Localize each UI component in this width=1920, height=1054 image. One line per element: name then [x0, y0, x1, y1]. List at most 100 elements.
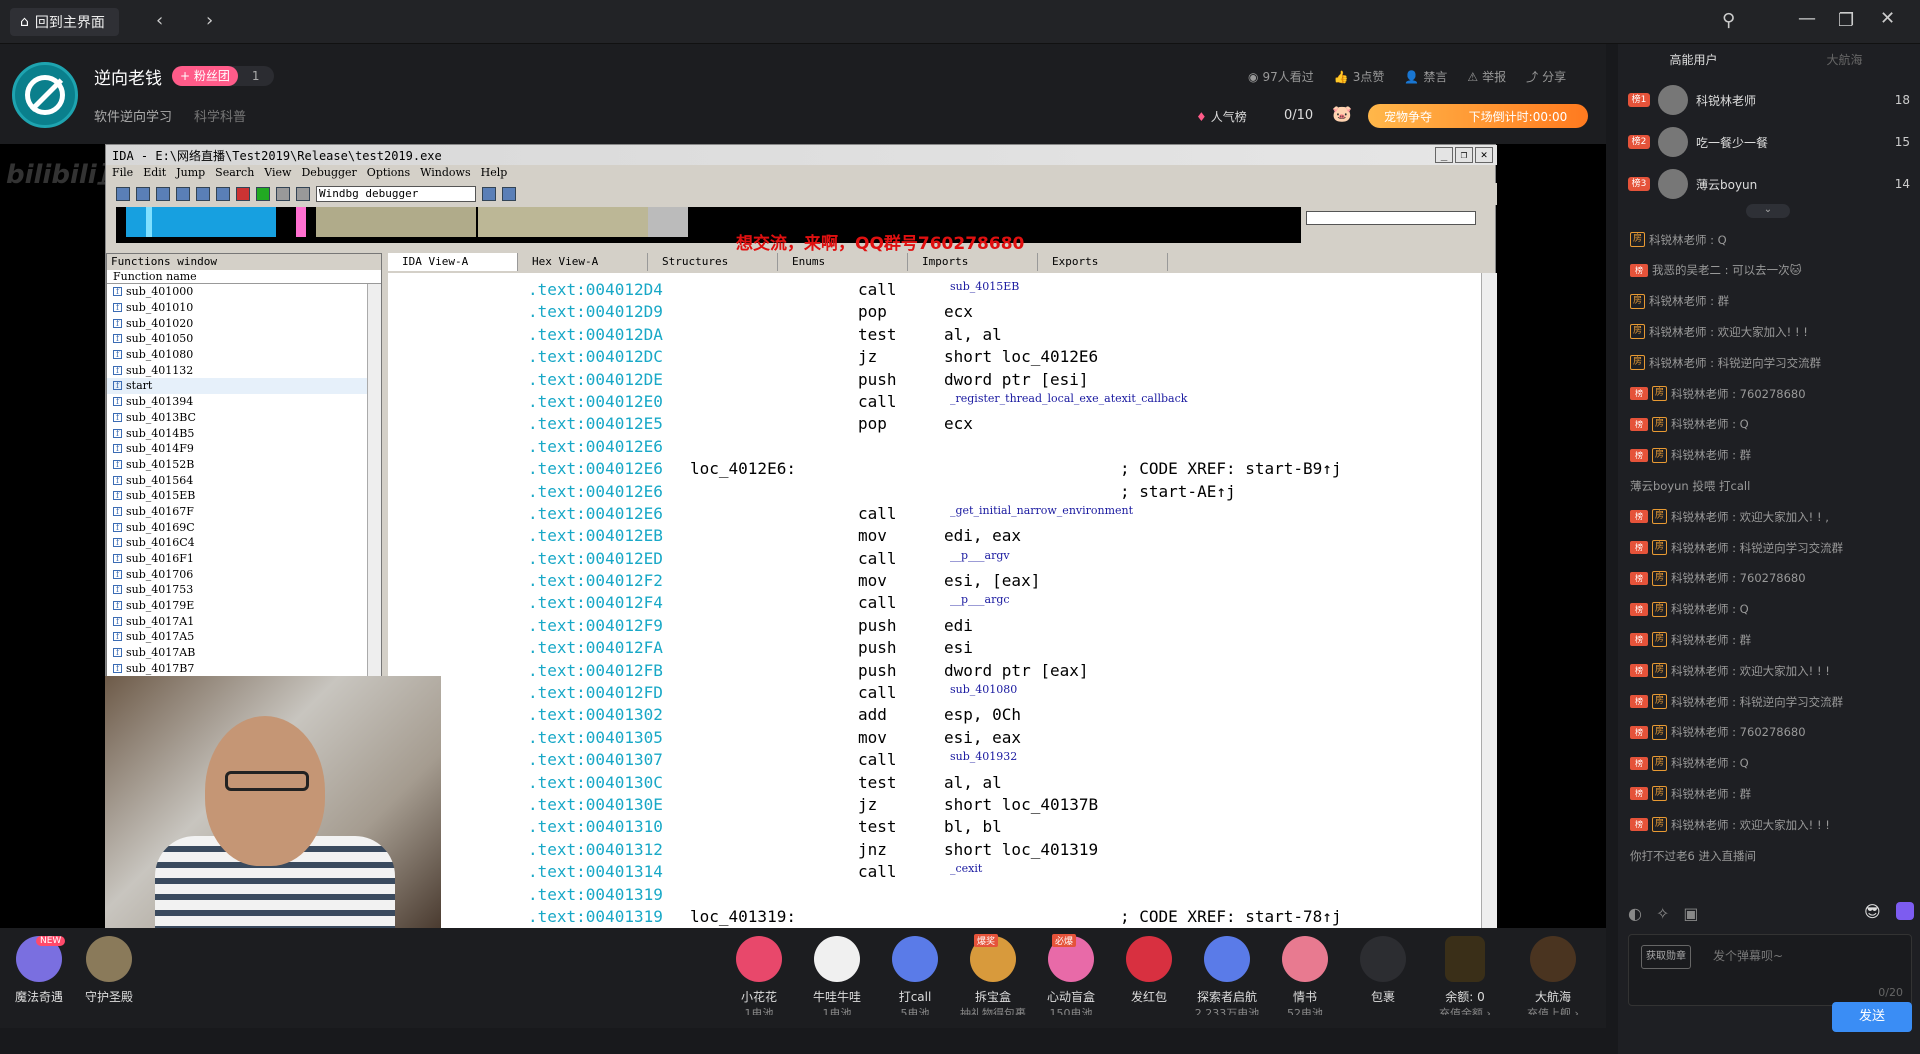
- pet-icon[interactable]: 🐷: [1332, 104, 1352, 123]
- gift-item[interactable]: 打call 5电池: [880, 936, 950, 1015]
- code-line[interactable]: .text:004012F9 push edi: [528, 615, 1478, 637]
- code-line[interactable]: .text:004012D9 pop ecx: [528, 301, 1478, 323]
- back-icon[interactable]: ‹: [156, 10, 163, 31]
- danmaku-input[interactable]: 获取勋章 发个弹幕呗~ 0/20: [1628, 934, 1912, 1006]
- chat-message[interactable]: 榜房科锐林老师 : 760278680: [1630, 563, 1915, 594]
- menu-options[interactable]: Options: [367, 166, 410, 182]
- chat-message[interactable]: 房科锐林老师 : 群: [1630, 286, 1915, 317]
- home-button[interactable]: ⌂ 回到主界面: [10, 8, 119, 36]
- debug-options-icon[interactable]: [482, 187, 496, 201]
- menu-search[interactable]: Search: [215, 166, 254, 182]
- tab-imports[interactable]: Imports: [908, 253, 1038, 271]
- rank-item[interactable]: 榜1 科锐林老师 18: [1628, 80, 1910, 120]
- restore-icon[interactable]: ❐: [1838, 10, 1854, 31]
- chat-message[interactable]: 榜房科锐林老师 : 群: [1630, 778, 1915, 809]
- rank-item[interactable]: 榜2 吃一餐少一餐 15: [1628, 122, 1910, 162]
- close-icon[interactable]: ✕: [1880, 8, 1895, 29]
- chat-bubble-icon[interactable]: [1896, 902, 1914, 920]
- pin-icon[interactable]: ⚲: [1722, 10, 1735, 31]
- code-line[interactable]: .text:00401319: [528, 884, 1478, 906]
- function-item[interactable]: f sub_4016F1: [107, 551, 381, 567]
- breakpoint-icon[interactable]: [236, 187, 250, 201]
- chat-message[interactable]: 榜我恶的吴老二 : 可以去一次🐱: [1630, 255, 1915, 286]
- pause-icon[interactable]: [276, 187, 290, 201]
- code-line[interactable]: .text:004012E6 call _get_initial_narrow_en…: [528, 503, 1478, 525]
- chat-message[interactable]: 榜房科锐林老师 : 欢迎大家加入! ! !: [1630, 655, 1915, 686]
- code-line[interactable]: .text:00401307 call sub_401932: [528, 749, 1478, 771]
- streamer-avatar[interactable]: [12, 62, 78, 128]
- magic-adventure-button[interactable]: 魔法奇遇: [4, 936, 74, 1005]
- guardian-temple-button[interactable]: 守护圣殿: [74, 936, 144, 1005]
- code-line[interactable]: .text:0040130E jz short loc_40137B: [528, 794, 1478, 816]
- balance-button[interactable]: 余额: 0 充值余额 ›: [1430, 936, 1500, 1015]
- attach-icon[interactable]: [502, 187, 516, 201]
- expand-icon[interactable]: ⌄: [1746, 204, 1790, 218]
- chat-message[interactable]: 榜房科锐林老师 : Q: [1630, 748, 1915, 779]
- ida-restore-icon[interactable]: ❐: [1455, 147, 1473, 163]
- tab-voyage[interactable]: 大航海: [1769, 44, 1920, 76]
- chat-message[interactable]: 你打不过老6 进入直播间: [1630, 840, 1915, 871]
- event-banner[interactable]: 宠物争夺 下场倒计时:00:00: [1368, 104, 1588, 128]
- graph-icon[interactable]: [216, 187, 230, 201]
- code-line[interactable]: .text:004012E5 pop ecx: [528, 413, 1478, 435]
- code-line[interactable]: .text:004012F4 call __p___argc: [528, 592, 1478, 614]
- navigation-band[interactable]: [116, 207, 1301, 243]
- ida-close-icon[interactable]: ✕: [1475, 147, 1493, 163]
- ida-minimize-icon[interactable]: _: [1435, 147, 1453, 163]
- menu-jump[interactable]: Jump: [176, 166, 205, 182]
- code-line[interactable]: .text:00401312 jnz short loc_401319: [528, 839, 1478, 861]
- function-item[interactable]: f sub_4017A5: [107, 629, 381, 645]
- code-line[interactable]: .text:004012D4 call sub_4015EB: [528, 279, 1478, 301]
- code-line[interactable]: .text:00401310 test bl, bl: [528, 816, 1478, 838]
- code-line[interactable]: .text:004012DC jz short loc_4012E6: [528, 346, 1478, 368]
- forward-nav-icon[interactable]: [176, 187, 190, 201]
- stop-icon[interactable]: [296, 187, 310, 201]
- back-nav-icon[interactable]: [156, 187, 170, 201]
- menu-help[interactable]: Help: [481, 166, 508, 182]
- chat-message[interactable]: 房科锐林老师 : 科锐逆向学习交流群: [1630, 347, 1915, 378]
- function-item[interactable]: f sub_401010: [107, 300, 381, 316]
- forward-icon[interactable]: ›: [206, 10, 213, 31]
- open-icon[interactable]: [116, 187, 130, 201]
- settings-icon[interactable]: ✧: [1656, 904, 1669, 923]
- run-icon[interactable]: [256, 187, 270, 201]
- chat-message[interactable]: 榜房科锐林老师 : Q: [1630, 594, 1915, 625]
- save-icon[interactable]: [136, 187, 150, 201]
- like-button[interactable]: 👍 3点赞: [1334, 68, 1385, 85]
- function-item[interactable]: f sub_40167F: [107, 504, 381, 520]
- functions-scrollbar[interactable]: [367, 284, 381, 684]
- share-button[interactable]: ⤴ 分享: [1526, 68, 1566, 85]
- code-line[interactable]: .text:004012E6 loc_4012E6:; CODE XREF: st…: [528, 458, 1478, 480]
- chat-message[interactable]: 榜房科锐林老师 : 760278680: [1630, 717, 1915, 748]
- code-line[interactable]: .text:004012FD call sub_401080: [528, 682, 1478, 704]
- function-item[interactable]: f sub_401050: [107, 331, 381, 347]
- gift-item[interactable]: 情书 52电池: [1270, 936, 1340, 1015]
- palette-icon[interactable]: ◐: [1628, 904, 1642, 923]
- minimize-icon[interactable]: —: [1798, 8, 1816, 29]
- code-line[interactable]: .text:004012E0 call _register_thread_local…: [528, 391, 1478, 413]
- chat-message[interactable]: 房科锐林老师 : Q: [1630, 224, 1915, 255]
- menu-debugger[interactable]: Debugger: [301, 166, 356, 182]
- emoji-icon[interactable]: 😎: [1864, 902, 1881, 921]
- chat-message[interactable]: 榜房科锐林老师 : 群: [1630, 624, 1915, 655]
- function-item[interactable]: f sub_401706: [107, 566, 381, 582]
- chat-message[interactable]: 榜房科锐林老师 : 群: [1630, 440, 1915, 471]
- report-button[interactable]: ⚠ 举报: [1467, 68, 1506, 85]
- send-button[interactable]: 发送: [1832, 1002, 1912, 1032]
- function-item[interactable]: f sub_4017A1: [107, 613, 381, 629]
- tab-enums[interactable]: Enums: [778, 253, 908, 271]
- menu-file[interactable]: File: [112, 166, 133, 182]
- popularity-rank[interactable]: ♦ 人气榜: [1196, 108, 1247, 125]
- chat-message[interactable]: 房科锐林老师 : 欢迎大家加入! ! !: [1630, 316, 1915, 347]
- mute-button[interactable]: 👤 禁言: [1404, 68, 1447, 85]
- voyage-button[interactable]: 大航海 充值上舰 ›: [1518, 936, 1588, 1015]
- camera-icon[interactable]: ▣: [1683, 904, 1698, 923]
- function-item[interactable]: f sub_401753: [107, 582, 381, 598]
- functions-column-header[interactable]: Function name: [107, 270, 381, 284]
- gift-item[interactable]: 牛哇牛哇 1电池: [802, 936, 872, 1015]
- tab-structures[interactable]: Structures: [648, 253, 778, 271]
- collect-medal-button[interactable]: 获取勋章: [1641, 945, 1691, 969]
- gift-item[interactable]: 拆宝盒 抽礼物得包裹: [958, 936, 1028, 1015]
- code-line[interactable]: .text:00401314 call _cexit: [528, 861, 1478, 883]
- chat-message[interactable]: 榜房科锐林老师 : 欢迎大家加入! ! !: [1630, 809, 1915, 840]
